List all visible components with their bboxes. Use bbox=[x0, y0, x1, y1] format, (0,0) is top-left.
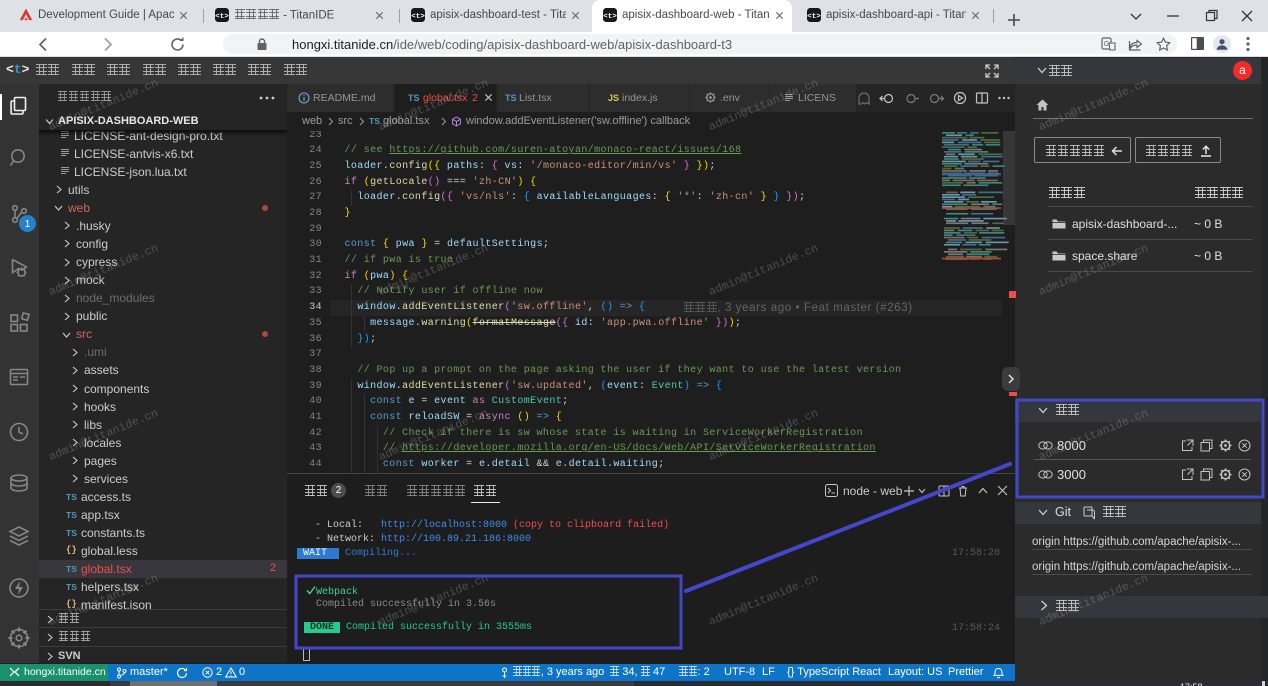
svg-text:<t>: <t> bbox=[411, 13, 425, 21]
svg-text:1: 1 bbox=[25, 219, 31, 230]
svg-text:<t>: <t> bbox=[215, 13, 229, 21]
svg-text:<t>: <t> bbox=[807, 13, 821, 21]
svg-text:<t>: <t> bbox=[603, 13, 617, 21]
svg-text:G: G bbox=[1104, 41, 1109, 48]
